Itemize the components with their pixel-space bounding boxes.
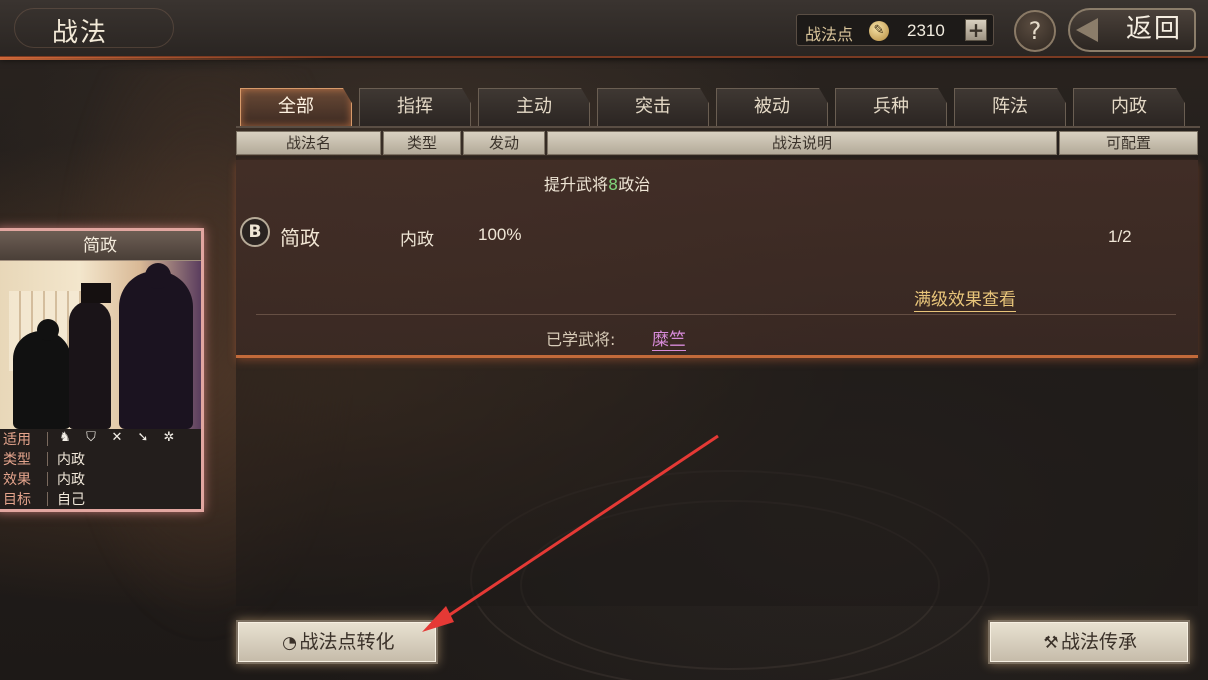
convert-icon: ◔ bbox=[282, 633, 297, 653]
tactic-type: 内政 bbox=[400, 230, 434, 250]
cavalry-icon: ♞ bbox=[59, 430, 71, 445]
spear-icon: ➘ bbox=[137, 430, 149, 445]
card-row-type: 类型 内政 bbox=[3, 452, 85, 468]
back-button-label: 返回 bbox=[1125, 14, 1182, 44]
tactic-card[interactable]: 简政 适用 ♞ ⛉ ✕ ➘ ✲ 类型 内政 效果 内政 目标 自己 bbox=[0, 228, 204, 512]
card-title: 简政 bbox=[0, 231, 201, 261]
card-row-effect: 效果 内政 bbox=[3, 472, 85, 488]
max-level-effect-link[interactable]: 满级效果查看 bbox=[914, 285, 1016, 312]
inherit-tactic-button[interactable]: ⚒ 战法传承 bbox=[988, 620, 1190, 664]
tactic-points-label: 战法点 bbox=[805, 25, 854, 44]
tab-formation[interactable]: 阵法 bbox=[954, 88, 1066, 126]
tactic-slots: 1/2 bbox=[1108, 227, 1132, 246]
tactic-points-coin-icon: ✎ bbox=[869, 21, 889, 41]
table-row[interactable] bbox=[236, 160, 1198, 358]
tab-active[interactable]: 主动 bbox=[478, 88, 590, 126]
column-header-activation[interactable]: 发动 bbox=[463, 131, 545, 155]
tab-internal-affairs[interactable]: 内政 bbox=[1073, 88, 1185, 126]
column-header-configurable[interactable]: 可配置 bbox=[1059, 131, 1198, 155]
wheel-icon: ✲ bbox=[163, 430, 175, 445]
column-header-name[interactable]: 战法名 bbox=[236, 131, 381, 155]
learned-general-link[interactable]: 糜竺 bbox=[652, 325, 686, 351]
card-row-target: 目标 自己 bbox=[3, 492, 85, 508]
tab-all[interactable]: 全部 bbox=[240, 88, 352, 126]
back-button[interactable]: 返回 bbox=[1068, 8, 1196, 52]
tab-divider bbox=[236, 126, 1200, 128]
troop-icons: ♞ ⛉ ✕ ➘ ✲ bbox=[57, 429, 187, 447]
description-highlight-number: 8 bbox=[608, 175, 619, 194]
tactic-name: 简政 bbox=[280, 226, 320, 250]
grade-badge: B bbox=[240, 217, 270, 247]
tactic-description: 提升武将8政治 bbox=[544, 175, 651, 194]
card-info: 适用 ♞ ⛉ ✕ ➘ ✲ 类型 内政 效果 内政 目标 自己 bbox=[0, 429, 201, 509]
help-button[interactable]: ? bbox=[1014, 10, 1056, 52]
card-artwork bbox=[0, 261, 201, 429]
page-title: 战法 bbox=[52, 18, 109, 48]
convert-points-button[interactable]: ◔ 战法点转化 bbox=[236, 620, 438, 664]
card-row-applicable: 适用 ♞ ⛉ ✕ ➘ ✲ bbox=[3, 429, 199, 449]
tab-troop[interactable]: 兵种 bbox=[835, 88, 947, 126]
shield-icon: ⛉ bbox=[86, 430, 96, 445]
back-arrow-icon bbox=[1076, 18, 1098, 42]
row-divider bbox=[256, 314, 1176, 315]
column-header-description: 战法说明 bbox=[547, 131, 1057, 155]
tactic-points-display: 战法点 ✎ 2310 + bbox=[796, 14, 994, 46]
learned-generals-label: 已学武将: bbox=[546, 330, 616, 349]
hammer-icon: ⚒ bbox=[1043, 633, 1059, 653]
add-points-button[interactable]: + bbox=[965, 19, 987, 41]
tab-command[interactable]: 指挥 bbox=[359, 88, 471, 126]
bow-icon: ✕ bbox=[111, 430, 123, 445]
tactic-points-value: 2310 bbox=[907, 21, 945, 40]
tab-passive[interactable]: 被动 bbox=[716, 88, 828, 126]
column-header-type[interactable]: 类型 bbox=[383, 131, 461, 155]
tactic-activation-rate: 100% bbox=[478, 225, 522, 244]
top-bar: 战法 战法点 ✎ 2310 + ? 返回 bbox=[0, 0, 1208, 60]
tab-assault[interactable]: 突击 bbox=[597, 88, 709, 126]
